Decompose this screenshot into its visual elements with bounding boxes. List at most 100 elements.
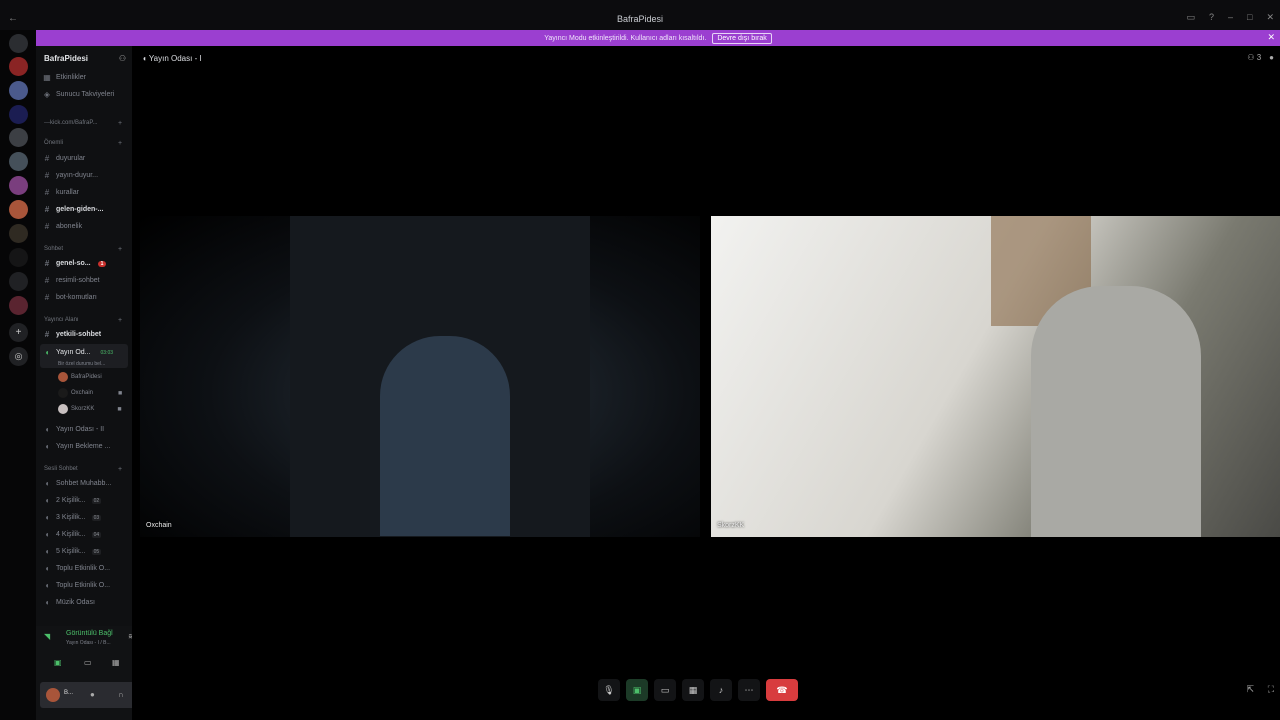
voice-channel-yayin-odasi-2[interactable]: ◖ Yayın Odası - II (42, 422, 105, 437)
hash-icon: # (44, 330, 50, 339)
activity-icon[interactable]: ▦ (112, 658, 120, 667)
voice-channel[interactable]: ◖ 2 Kişilik... 02 (42, 493, 102, 508)
camera-icon[interactable]: ▣ (54, 658, 62, 667)
popout-icon[interactable]: ⇱ (1246, 684, 1254, 695)
speaker-icon: ◖ (44, 530, 50, 539)
screen-share-icon[interactable]: ▭ (84, 658, 92, 667)
person-silhouette (1031, 286, 1201, 537)
username: B... (64, 690, 74, 696)
screen-share-button[interactable]: ▭ (654, 679, 676, 701)
mention-badge: 1 (97, 260, 107, 267)
server-icon[interactable] (9, 128, 28, 147)
channel-bot-komutlari[interactable]: # bot-komutları (42, 290, 97, 305)
server-icon[interactable] (9, 272, 28, 291)
channel-kurallar[interactable]: # kurallar (42, 185, 79, 200)
video-tile-oxchain[interactable]: Oxchain (140, 216, 700, 537)
camera-button[interactable]: ▣ (626, 679, 648, 701)
server-name[interactable]: BafraPidesi (44, 54, 88, 63)
microphone-button[interactable]: 🎙︎ (598, 679, 620, 701)
channel-duyurular[interactable]: # duyurular (42, 151, 85, 166)
camera-icon: ■ (118, 389, 123, 397)
close-icon[interactable]: ✕ (1266, 12, 1274, 23)
hash-icon: # (44, 188, 50, 197)
avatar[interactable] (46, 688, 60, 702)
voice-member[interactable]: BafraPidesi (58, 370, 102, 384)
inbox-icon[interactable]: ▭ (1186, 12, 1195, 23)
server-icon[interactable] (9, 224, 28, 243)
server-icon[interactable] (9, 296, 28, 315)
channel-gelen-giden[interactable]: # gelen-giden-... (42, 202, 104, 217)
category-kick[interactable]: ---kick.com/BafraP... + (44, 120, 122, 127)
channel-genel-sohbet[interactable]: # genel-so... 1 (42, 256, 107, 271)
voice-member[interactable]: Oxchain ■ (58, 386, 122, 400)
voice-status: Görüntülü Bağl (66, 630, 113, 637)
video-tile-skorzkk[interactable]: SkorzKK (711, 216, 1280, 537)
speaker-icon: ◖ (44, 564, 50, 573)
voice-stage: ◖ Yayın Odası - I ⚇ 3 ● Oxchain SkorzKK 🎙… (132, 46, 1280, 720)
channel-yetkili-sohbet[interactable]: # yetkili-sohbet (42, 327, 101, 342)
add-channel-icon[interactable]: + (118, 120, 122, 127)
voice-member[interactable]: SkorzKK ■ (58, 402, 122, 416)
add-channel-icon[interactable]: + (118, 317, 122, 324)
user-limit-badge: 04 (91, 531, 102, 538)
window-title: BafraPidesi (616, 14, 664, 24)
voice-channel[interactable]: ◖ 3 Kişilik... 03 (42, 510, 102, 525)
hash-icon: # (44, 222, 50, 231)
channel-resimli-sohbet[interactable]: # resimli-sohbet (42, 273, 100, 288)
help-icon[interactable]: ? (1209, 12, 1214, 23)
sidebar-item-boosts[interactable]: ◈ Sunucu Takviyeleri (42, 87, 114, 102)
category-onemli[interactable]: Önemli + (44, 140, 122, 147)
category-yayinci[interactable]: Yayıncı Alanı + (44, 317, 122, 324)
participant-name: Oxchain (146, 522, 172, 529)
activities-button[interactable]: ▦ (682, 679, 704, 701)
server-icon[interactable] (9, 81, 28, 100)
voice-channel[interactable]: ◖ Sohbet Muhabb... (42, 476, 112, 491)
soundboard-button[interactable]: ♪ (710, 679, 732, 701)
chat-icon[interactable]: ● (1269, 53, 1274, 62)
invite-icon[interactable]: ⚇ (119, 54, 126, 63)
channel-abonelik[interactable]: # abonelik (42, 219, 82, 234)
members-icon[interactable]: ⚇ 3 (1247, 53, 1261, 62)
server-icon[interactable] (9, 152, 28, 171)
server-icon[interactable] (9, 176, 28, 195)
add-channel-icon[interactable]: + (118, 466, 122, 473)
maximize-icon[interactable]: □ (1247, 12, 1252, 23)
explore-icon[interactable]: ◎ (9, 347, 28, 366)
home-icon[interactable] (9, 34, 28, 53)
title-bar: ← BafraPidesi ▭ ? – □ ✕ (0, 0, 1280, 30)
minimize-icon[interactable]: – (1228, 12, 1233, 23)
server-icon[interactable] (9, 57, 28, 76)
hash-icon: # (44, 259, 50, 268)
voice-channel[interactable]: ◖ 4 Kişilik... 04 (42, 527, 102, 542)
add-server-icon[interactable]: + (9, 323, 28, 342)
add-channel-icon[interactable]: + (118, 140, 122, 147)
avatar (58, 404, 68, 414)
server-icon[interactable] (9, 200, 28, 219)
category-sesli[interactable]: Sesli Sohbet + (44, 466, 122, 473)
speaker-icon: ◖ (44, 442, 50, 451)
call-controls: 🎙︎ ▣ ▭ ▦ ♪ ⋯ ☎ (598, 679, 798, 701)
banner-close-icon[interactable]: ✕ (1267, 32, 1275, 43)
speaker-icon: ◖ (44, 496, 50, 505)
voice-channel[interactable]: ◖ Müzik Odası (42, 595, 95, 610)
voice-channel[interactable]: ◖ Toplu Etkinlik O... (42, 578, 111, 593)
voice-channel-path: Yayın Odası - I / B... (66, 640, 111, 646)
fullscreen-icon[interactable]: ⛶ (1268, 684, 1274, 695)
server-icon[interactable] (9, 248, 28, 267)
signal-icon: ◥ (44, 632, 51, 641)
sidebar-item-events[interactable]: ▦ Etkinlikler (42, 70, 86, 85)
add-channel-icon[interactable]: + (118, 246, 122, 253)
user-limit-badge: 05 (91, 548, 102, 555)
category-sohbet[interactable]: Sohbet + (44, 246, 122, 253)
channel-yayin-duyuru[interactable]: # yayın-duyur... (42, 168, 98, 183)
more-options-button[interactable]: ⋯ (738, 679, 760, 701)
microphone-icon[interactable]: ● (90, 690, 95, 699)
disconnect-button[interactable]: ☎ (766, 679, 798, 701)
voice-channel[interactable]: ◖ 5 Kişilik... 05 (42, 544, 102, 559)
headphones-icon[interactable]: ∩ (118, 690, 124, 699)
voice-channel-yayin-bekleme[interactable]: ◖ Yayın Bekleme ... (42, 439, 111, 454)
voice-channel[interactable]: ◖ Toplu Etkinlik O... (42, 561, 111, 576)
disable-streamer-mode-button[interactable]: Devre dışı bırak (712, 33, 772, 44)
server-icon[interactable] (9, 105, 28, 124)
streamer-mode-banner: Yayıncı Modu etkinleştirildi. Kullanıcı … (36, 30, 1280, 46)
